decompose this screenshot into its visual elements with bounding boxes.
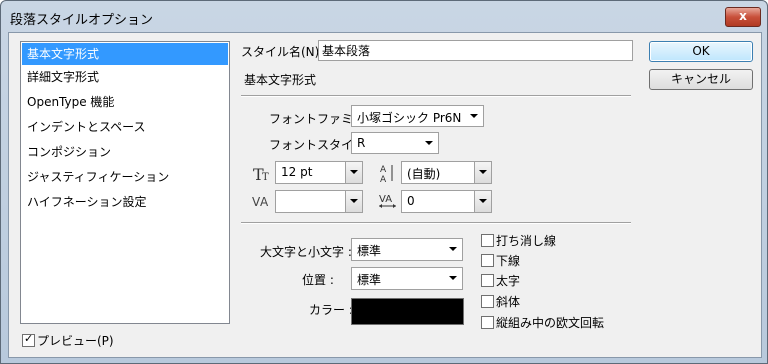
- italic-checkbox[interactable]: [481, 295, 494, 308]
- chevron-down-icon: [449, 247, 457, 251]
- position-label: 位置 :: [302, 273, 334, 287]
- ok-button[interactable]: OK: [649, 41, 753, 62]
- position-dropdown[interactable]: 標準: [351, 267, 463, 290]
- svg-text:A: A: [260, 195, 269, 209]
- strikethrough-checkbox[interactable]: [481, 234, 494, 247]
- underline-label: 下線: [496, 254, 521, 268]
- section-divider-top: [241, 95, 631, 97]
- list-item-basic-character-formats[interactable]: 基本文字形式: [22, 43, 228, 65]
- svg-text:T: T: [262, 172, 269, 183]
- font-family-value: 小塚ゴシック Pr6N: [357, 111, 462, 125]
- chevron-down-icon: [449, 276, 457, 280]
- chevron-down-icon[interactable]: [474, 162, 491, 183]
- preview-label: プレビュー(P): [37, 334, 114, 348]
- section-title: 基本文字形式: [244, 73, 317, 87]
- style-name-input[interactable]: 基本段落: [318, 40, 633, 61]
- font-style-value: R: [357, 136, 366, 150]
- case-value: 標準: [357, 244, 382, 258]
- roman-rotate-label: 縦組み中の欧文回転: [496, 316, 605, 330]
- list-item-justification[interactable]: ジャスティフィケーション: [22, 166, 228, 188]
- title-bar[interactable]: 段落スタイルオプション x: [1, 1, 767, 33]
- color-label: カラー :: [309, 303, 353, 317]
- chevron-down-icon: [470, 114, 478, 118]
- leading-icon: A A: [380, 165, 393, 183]
- underline-checkbox[interactable]: [481, 254, 494, 267]
- tracking-combo[interactable]: 0: [401, 190, 492, 213]
- svg-text:A: A: [380, 165, 387, 175]
- list-item-composition[interactable]: コンポジション: [22, 141, 228, 163]
- position-value: 標準: [357, 273, 382, 287]
- list-item-advanced-character-formats[interactable]: 詳細文字形式: [22, 66, 228, 88]
- chevron-down-icon[interactable]: [345, 191, 362, 212]
- strikethrough-label: 打ち消し線: [496, 234, 557, 248]
- kerning-combo[interactable]: [275, 190, 363, 213]
- font-size-icon: T T: [253, 165, 269, 183]
- close-button[interactable]: x: [725, 7, 761, 27]
- dialog-window: 段落スタイルオプション x 基本文字形式 詳細文字形式 OpenType 機能 …: [0, 0, 768, 364]
- section-divider-bottom: [241, 222, 631, 224]
- chevron-down-icon[interactable]: [474, 191, 491, 212]
- case-dropdown[interactable]: 標準: [351, 238, 463, 261]
- font-family-dropdown[interactable]: 小塚ゴシック Pr6N: [351, 105, 484, 127]
- list-item-opentype-features[interactable]: OpenType 機能: [22, 91, 228, 113]
- category-list[interactable]: 基本文字形式 詳細文字形式 OpenType 機能 インデントとスペース コンポ…: [20, 41, 230, 324]
- chevron-down-icon[interactable]: [345, 162, 362, 183]
- leading-combo[interactable]: (自動): [401, 161, 492, 184]
- chevron-down-icon: [425, 141, 433, 145]
- italic-label: 斜体: [496, 295, 521, 309]
- bold-checkbox[interactable]: [481, 274, 494, 287]
- color-swatch[interactable]: [351, 298, 464, 325]
- style-name-label: スタイル名(N) :: [241, 45, 328, 59]
- kerning-icon: V A: [252, 195, 269, 209]
- leading-value: (自動): [407, 167, 441, 181]
- svg-text:VA: VA: [379, 194, 392, 205]
- font-size-combo[interactable]: 12 pt: [275, 161, 363, 184]
- bold-label: 太字: [496, 274, 521, 288]
- list-item-hyphenation[interactable]: ハイフネーション設定: [22, 191, 228, 213]
- font-style-dropdown[interactable]: R: [351, 132, 439, 154]
- dialog-client-area: 基本文字形式 詳細文字形式 OpenType 機能 インデントとスペース コンポ…: [8, 32, 762, 358]
- list-item-indents-and-spacing[interactable]: インデントとスペース: [22, 116, 228, 138]
- font-size-value: 12 pt: [281, 165, 313, 179]
- window-title: 段落スタイルオプション: [10, 13, 154, 28]
- svg-text:A: A: [380, 175, 387, 183]
- tracking-icon: VA: [379, 194, 396, 208]
- roman-rotate-checkbox[interactable]: [481, 316, 494, 329]
- tracking-value: 0: [407, 194, 415, 208]
- preview-checkbox[interactable]: [22, 332, 35, 347]
- case-label: 大文字と小文字 :: [260, 245, 352, 259]
- cancel-button[interactable]: キャンセル: [649, 69, 753, 90]
